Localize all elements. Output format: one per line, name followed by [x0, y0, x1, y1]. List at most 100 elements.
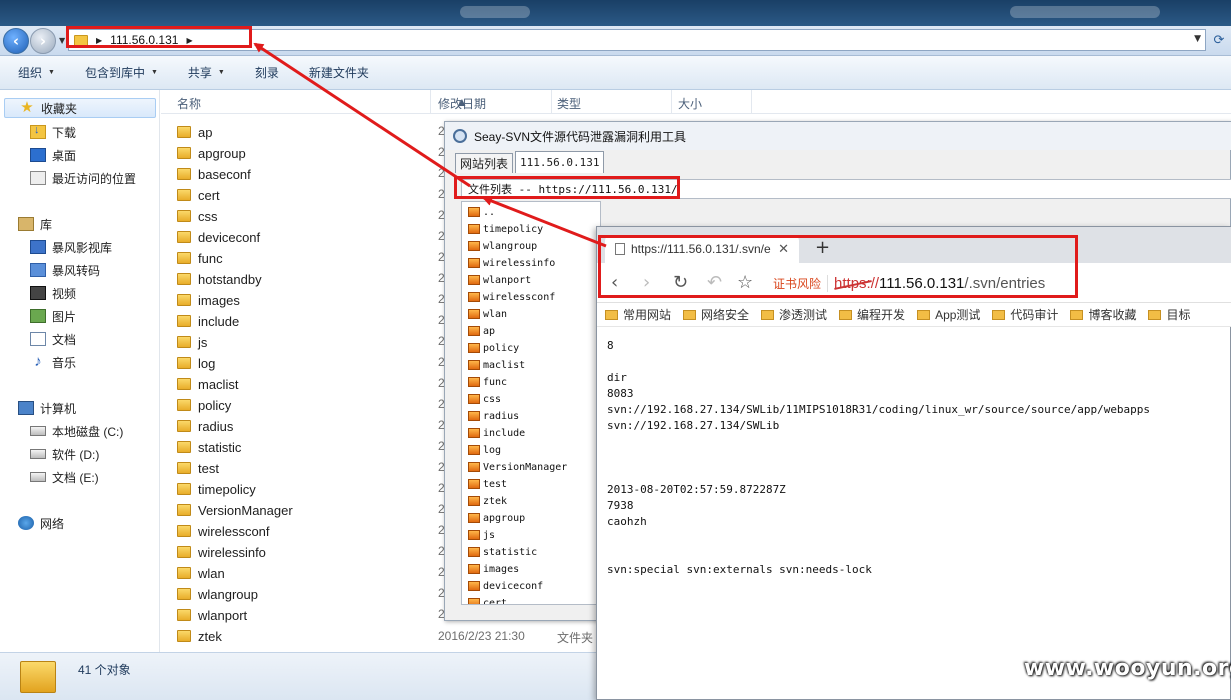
bookmark-folder[interactable]: App测试	[917, 306, 980, 323]
svn-tree-item[interactable]: ap	[468, 323, 495, 339]
file-row[interactable]: js	[177, 332, 207, 352]
column-separator[interactable]	[430, 90, 431, 114]
bookmark-folder[interactable]: 编程开发	[839, 306, 905, 323]
svn-tree-item[interactable]: VersionManager	[468, 459, 567, 475]
svn-tree-item[interactable]: test	[468, 476, 507, 492]
recent-pages-dropdown-icon[interactable]: ▼	[59, 36, 65, 45]
file-row[interactable]: maclist	[177, 374, 238, 394]
svn-tree-item[interactable]: include	[468, 425, 525, 441]
column-name[interactable]: 名称	[177, 95, 201, 112]
svn-tree-item[interactable]: css	[468, 391, 501, 407]
svn-tree-item[interactable]: maclist	[468, 357, 525, 373]
bookmark-folder[interactable]: 渗透测试	[761, 306, 827, 323]
file-row[interactable]: log	[177, 353, 215, 373]
forward-button[interactable]: ›	[30, 28, 56, 54]
share-menu[interactable]: 共享 ▼	[188, 64, 225, 81]
bookmark-folder[interactable]: 目标	[1148, 306, 1190, 323]
nav-library-item[interactable]: 暴风转码	[30, 260, 100, 280]
nav-drive[interactable]: 软件 (D:)	[30, 444, 99, 464]
highlight-browser-url	[598, 235, 1078, 298]
svn-tree-item[interactable]: js	[468, 527, 495, 543]
folder-icon	[177, 189, 191, 201]
file-row[interactable]: deviceconf	[177, 227, 260, 247]
svn-tree-item[interactable]: deviceconf	[468, 578, 543, 594]
burn-button[interactable]: 刻录	[255, 64, 279, 81]
column-type[interactable]: 类型	[557, 95, 581, 112]
file-row[interactable]: ap	[177, 122, 212, 142]
file-row[interactable]: images	[177, 290, 240, 310]
nav-library-item[interactable]: 视频	[30, 283, 76, 303]
svn-tree-item[interactable]: statistic	[468, 544, 537, 560]
bookmark-folder[interactable]: 网络安全	[683, 306, 749, 323]
svn-tree-item[interactable]: cert	[468, 595, 507, 604]
nav-libraries[interactable]: 库	[18, 214, 52, 234]
bookmark-folder[interactable]: 博客收藏	[1070, 306, 1136, 323]
file-row[interactable]: wlanport	[177, 605, 247, 625]
bookmark-folder[interactable]: 代码审计	[992, 306, 1058, 323]
file-row[interactable]: policy	[177, 395, 231, 415]
file-row[interactable]: wirelessconf	[177, 521, 270, 541]
file-row[interactable]: timepolicy	[177, 479, 256, 499]
nav-network[interactable]: 网络	[18, 513, 64, 533]
tab-site-list[interactable]: 网站列表	[455, 153, 514, 173]
nav-computer[interactable]: 计算机	[18, 398, 76, 418]
drive-icon	[30, 449, 46, 459]
svn-tree-item[interactable]: wlan	[468, 306, 507, 322]
file-row[interactable]: wirelessinfo	[177, 542, 266, 562]
refresh-icon[interactable]: ⟳	[1209, 29, 1229, 51]
nav-drive[interactable]: 文档 (E:)	[30, 467, 99, 487]
svn-tree-item[interactable]: timepolicy	[468, 221, 543, 237]
file-row[interactable]: baseconf	[177, 164, 251, 184]
column-modified[interactable]: 修改日期	[438, 95, 486, 112]
column-size[interactable]: 大小	[678, 95, 702, 112]
file-row[interactable]: radius	[177, 416, 233, 436]
file-row[interactable]: apgroup	[177, 143, 246, 163]
address-dropdown-icon[interactable]: ▼	[1194, 34, 1201, 44]
back-button[interactable]: ‹	[3, 28, 29, 54]
svn-tree-item[interactable]: wlangroup	[468, 238, 537, 254]
nav-library-item[interactable]: 暴风影视库	[30, 237, 112, 257]
column-separator[interactable]	[751, 90, 752, 114]
svn-tree-item[interactable]: images	[468, 561, 519, 577]
nav-drive[interactable]: 本地磁盘 (C:)	[30, 421, 123, 441]
folder-icon	[468, 462, 480, 472]
file-row[interactable]: func	[177, 248, 223, 268]
nav-desktop[interactable]: 桌面	[30, 145, 76, 165]
column-separator[interactable]	[671, 90, 672, 114]
file-row[interactable]: wlangroup	[177, 584, 258, 604]
file-row[interactable]: include	[177, 311, 239, 331]
svn-tree-item[interactable]: wirelessconf	[468, 289, 555, 305]
nav-downloads[interactable]: 下载	[30, 122, 76, 142]
file-row[interactable]: cert	[177, 185, 220, 205]
file-row[interactable]: ztek	[177, 626, 222, 646]
svn-tree-item[interactable]: wlanport	[468, 272, 531, 288]
folder-icon	[177, 147, 191, 159]
folder-icon	[177, 504, 191, 516]
file-row[interactable]: VersionManager	[177, 500, 293, 520]
svn-tree-item[interactable]: ztek	[468, 493, 507, 509]
file-row[interactable]: test	[177, 458, 219, 478]
file-row[interactable]: css	[177, 206, 218, 226]
organize-menu[interactable]: 组织 ▼	[18, 64, 55, 81]
file-row[interactable]: statistic	[177, 437, 241, 457]
nav-favorites[interactable]: ★ 收藏夹	[4, 98, 156, 118]
file-row[interactable]: hotstandby	[177, 269, 262, 289]
bookmark-folder[interactable]: 常用网站	[605, 306, 671, 323]
svn-tree-item[interactable]: wirelessinfo	[468, 255, 555, 271]
nav-library-item[interactable]: ♪ 音乐	[30, 352, 76, 372]
nav-library-item[interactable]: 图片	[30, 306, 76, 326]
nav-library-item[interactable]: 文档	[30, 329, 76, 349]
svn-tree-item[interactable]: policy	[468, 340, 519, 356]
column-separator[interactable]	[551, 90, 552, 114]
file-row[interactable]: wlan	[177, 563, 225, 583]
new-folder-button[interactable]: 新建文件夹	[309, 64, 369, 81]
svn-tree-item[interactable]: ..	[468, 204, 495, 220]
svn-tree-item[interactable]: apgroup	[468, 510, 525, 526]
include-in-library-menu[interactable]: 包含到库中 ▼	[85, 64, 158, 81]
svn-tree-item[interactable]: radius	[468, 408, 519, 424]
nav-recent-places[interactable]: 最近访问的位置	[30, 168, 136, 188]
tab-target-host[interactable]: 111.56.0.131	[515, 151, 605, 173]
svn-tree-item[interactable]: func	[468, 374, 507, 390]
svn-tree-item[interactable]: log	[468, 442, 501, 458]
file-name: VersionManager	[198, 502, 293, 518]
